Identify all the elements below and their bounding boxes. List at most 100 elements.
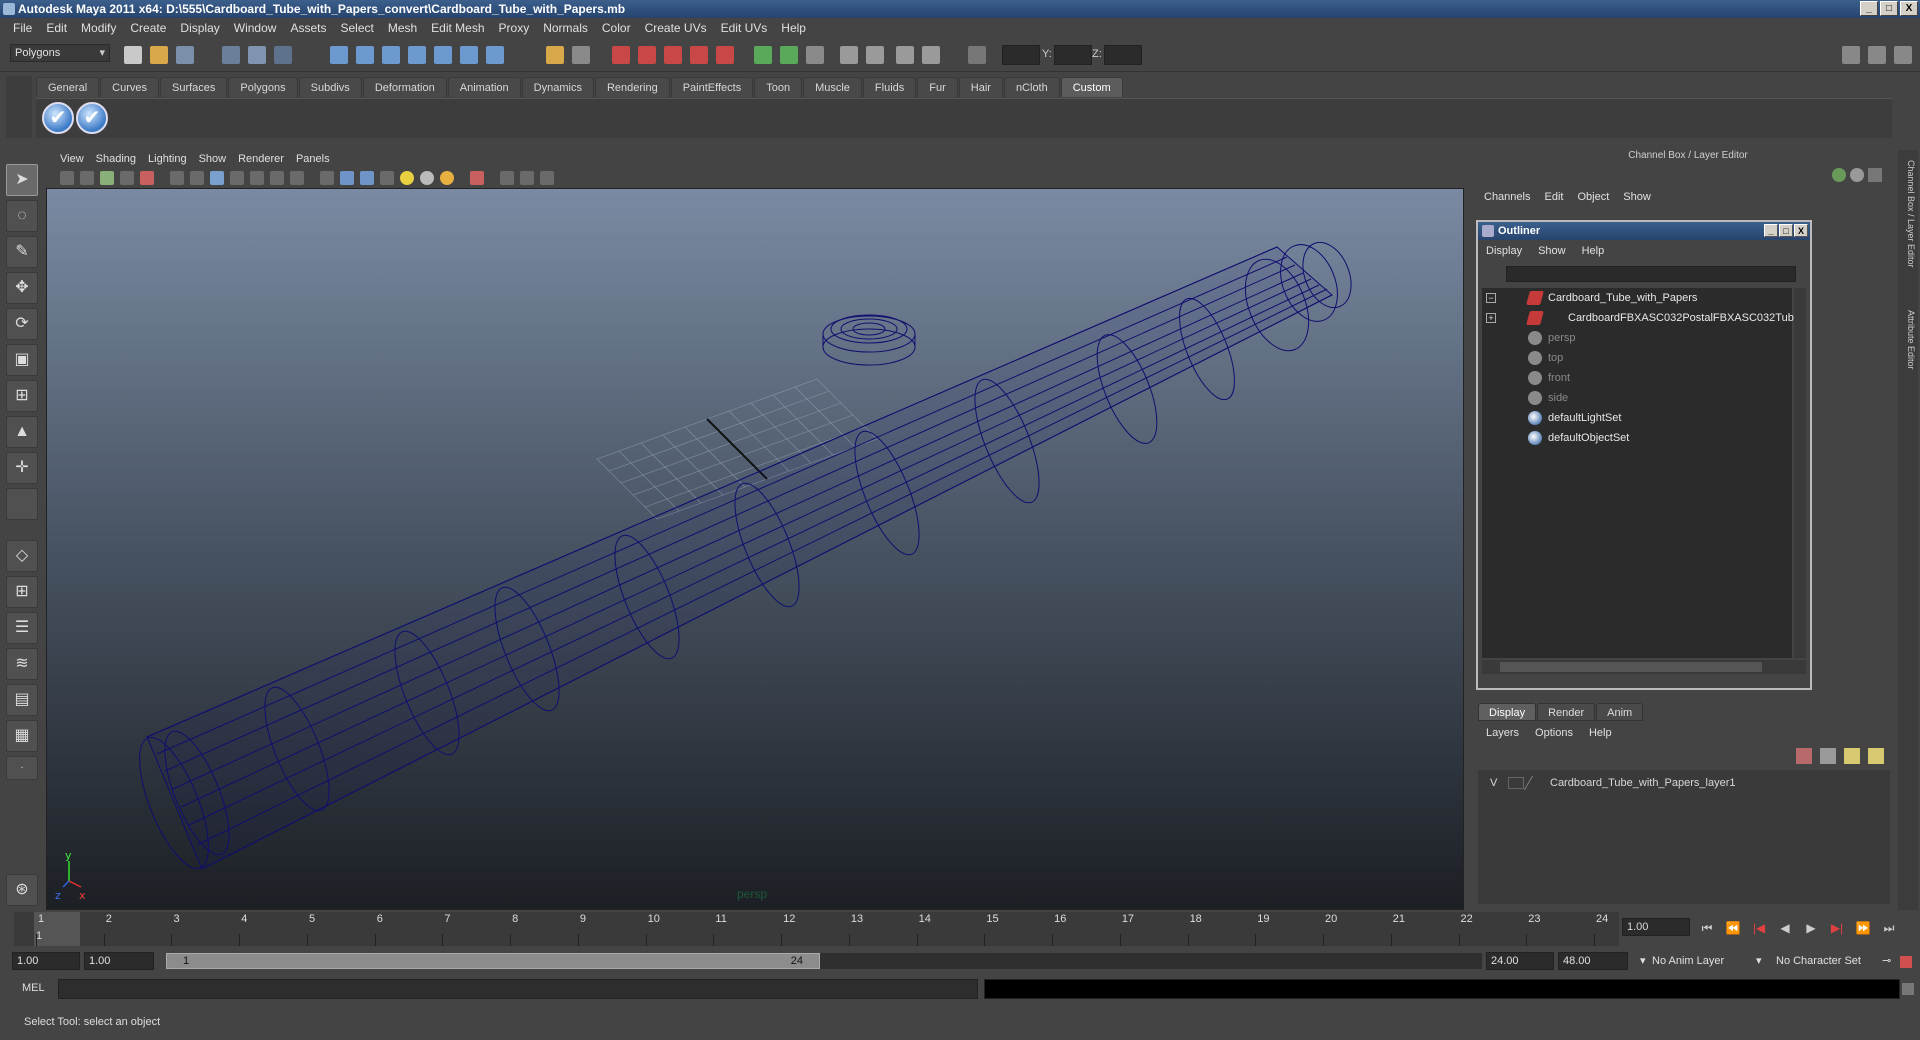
- snap-plane-icon[interactable]: [408, 46, 426, 64]
- shelf-tab-fluids[interactable]: Fluids: [862, 77, 917, 97]
- range-slider[interactable]: 1 24: [166, 953, 1482, 969]
- shelf-tab-fur[interactable]: Fur: [917, 77, 958, 97]
- universal-manipulator-icon[interactable]: ⊞: [6, 380, 38, 412]
- viewport-menu-panels[interactable]: Panels: [290, 153, 336, 165]
- open-scene-icon[interactable]: [150, 46, 168, 64]
- current-time-field[interactable]: 1.00: [1622, 918, 1690, 936]
- x-field[interactable]: [1002, 45, 1040, 65]
- history-icon[interactable]: [460, 46, 478, 64]
- viewport-menu-view[interactable]: View: [54, 153, 90, 165]
- show-manipulator-icon[interactable]: ✛: [6, 452, 38, 484]
- rotate-tool-icon[interactable]: ⟳: [6, 308, 38, 340]
- layer-tab-display[interactable]: Display: [1478, 703, 1537, 721]
- render-frame-icon[interactable]: [612, 46, 630, 64]
- shelf-tab-subdivs[interactable]: Subdivs: [298, 77, 362, 97]
- minimize-button[interactable]: _: [1860, 1, 1878, 16]
- camera-attributes-icon[interactable]: [80, 171, 94, 185]
- viewport-menu-renderer[interactable]: Renderer: [232, 153, 290, 165]
- film-gate-icon[interactable]: [190, 171, 204, 185]
- menu-window[interactable]: Window: [227, 21, 284, 35]
- shelf-tab-animation[interactable]: Animation: [447, 77, 521, 97]
- menu-set-dropdown[interactable]: Polygons: [10, 44, 110, 62]
- shelf-tab-painteffects[interactable]: PaintEffects: [670, 77, 754, 97]
- channel-box-menu-show[interactable]: Show: [1621, 191, 1659, 203]
- range-slider-thumb[interactable]: 1 24: [166, 953, 820, 969]
- xray-components-icon[interactable]: [540, 171, 554, 185]
- render-view-icon[interactable]: [716, 46, 734, 64]
- move-layer-up-icon[interactable]: [1796, 748, 1812, 764]
- snap-curve-icon[interactable]: [356, 46, 374, 64]
- step-back-frame-button[interactable]: |◀: [1750, 920, 1768, 936]
- outliner-menu-display[interactable]: Display: [1478, 245, 1530, 257]
- tool-settings-toggle-icon[interactable]: [1894, 46, 1912, 64]
- render-settings-icon[interactable]: [664, 46, 682, 64]
- layer-add-icon[interactable]: [1832, 168, 1846, 182]
- wireframe-shading-icon[interactable]: [320, 171, 334, 185]
- perspective-viewport[interactable]: y x z persp: [46, 188, 1464, 910]
- outliner-item[interactable]: side: [1482, 388, 1792, 408]
- persp-graph-hypergraph-layout-icon[interactable]: ▦: [6, 720, 38, 752]
- playback-start-time-field[interactable]: 1.00: [84, 952, 154, 970]
- shelf-tab-rendering[interactable]: Rendering: [594, 77, 670, 97]
- gate-mask-icon[interactable]: [230, 171, 244, 185]
- smooth-shading-icon[interactable]: [340, 171, 354, 185]
- channel-box-settings-icon[interactable]: [1850, 168, 1864, 182]
- expand-icon[interactable]: +: [1486, 313, 1496, 323]
- uv-editor-icon[interactable]: [866, 46, 884, 64]
- shelf-tab-ncloth[interactable]: nCloth: [1003, 77, 1060, 97]
- outliner-item[interactable]: − Cardboard_Tube_with_Papers: [1482, 288, 1792, 308]
- four-view-layout-icon[interactable]: ⊞: [6, 576, 38, 608]
- animation-end-time-field[interactable]: 48.00: [1558, 952, 1628, 970]
- custom-check-button-1[interactable]: ✔: [42, 102, 74, 134]
- character-set-dropdown-arrow[interactable]: ▾: [1756, 952, 1762, 970]
- outliner-horizontal-scrollbar[interactable]: [1482, 660, 1806, 674]
- shelf-tab-muscle[interactable]: Muscle: [803, 77, 862, 97]
- menu-edit[interactable]: Edit: [39, 21, 74, 35]
- go-to-end-button[interactable]: ⏭: [1880, 920, 1898, 936]
- outliner-menu-show[interactable]: Show: [1530, 245, 1574, 257]
- outliner-item[interactable]: defaultObjectSet: [1482, 428, 1792, 448]
- menu-help[interactable]: Help: [774, 21, 813, 35]
- resolution-gate-icon[interactable]: [210, 171, 224, 185]
- playback-end-time-field[interactable]: 24.00: [1486, 952, 1554, 970]
- layer-visibility-toggle[interactable]: V: [1490, 774, 1497, 792]
- select-object-icon[interactable]: [248, 46, 266, 64]
- time-slider[interactable]: 1 1 2 3 4 5 6 7 8 9 10 11 12 13 14 15 16 17 18 19 20 21 22 23 2…: [14, 912, 1619, 946]
- transform-field-icon[interactable]: [968, 46, 986, 64]
- menu-proxy[interactable]: Proxy: [492, 21, 537, 35]
- shelf-tab-curves[interactable]: Curves: [100, 77, 159, 97]
- menu-edit-uvs[interactable]: Edit UVs: [714, 21, 775, 35]
- script-editor-icon[interactable]: [1902, 983, 1914, 995]
- layer-tab-anim[interactable]: Anim: [1596, 703, 1644, 721]
- snap-surface-icon[interactable]: [434, 46, 452, 64]
- channel-box-pin-icon[interactable]: [1868, 168, 1882, 182]
- menu-mesh[interactable]: Mesh: [381, 21, 424, 35]
- soft-modification-icon[interactable]: ▲: [6, 416, 38, 448]
- new-scene-icon[interactable]: [124, 46, 142, 64]
- create-empty-layer-icon[interactable]: [1844, 748, 1860, 764]
- animation-preferences-icon[interactable]: [1900, 956, 1912, 968]
- mel-language-toggle[interactable]: MEL: [22, 982, 45, 994]
- outliner-maximize-button[interactable]: □: [1779, 224, 1793, 237]
- menu-select[interactable]: Select: [333, 21, 380, 35]
- menu-edit-mesh[interactable]: Edit Mesh: [424, 21, 491, 35]
- menu-create-uvs[interactable]: Create UVs: [638, 21, 714, 35]
- anim-layer-dropdown-arrow[interactable]: ▾: [1640, 952, 1646, 970]
- xray-joints-icon[interactable]: [520, 171, 534, 185]
- step-forward-frame-button[interactable]: ▶|: [1828, 920, 1846, 936]
- layout-more-icon[interactable]: ·: [6, 756, 38, 780]
- viewport-menu-lighting[interactable]: Lighting: [142, 153, 193, 165]
- outliner-close-button[interactable]: X: [1794, 224, 1808, 237]
- ipr-render-icon[interactable]: [638, 46, 656, 64]
- scale-tool-icon[interactable]: ▣: [6, 344, 38, 376]
- outliner-item[interactable]: top: [1482, 348, 1792, 368]
- input-ops-icon[interactable]: [572, 46, 590, 64]
- outliner-item[interactable]: front: [1482, 368, 1792, 388]
- layer-tab-render[interactable]: Render: [1537, 703, 1596, 721]
- help-query-icon[interactable]: [486, 46, 504, 64]
- auto-key-icon[interactable]: ⊸: [1882, 952, 1891, 970]
- safe-title-icon[interactable]: [290, 171, 304, 185]
- play-backwards-button[interactable]: ◀: [1776, 920, 1794, 936]
- layer-menu-help[interactable]: Help: [1581, 727, 1620, 739]
- go-to-start-button[interactable]: ⏮: [1698, 920, 1716, 936]
